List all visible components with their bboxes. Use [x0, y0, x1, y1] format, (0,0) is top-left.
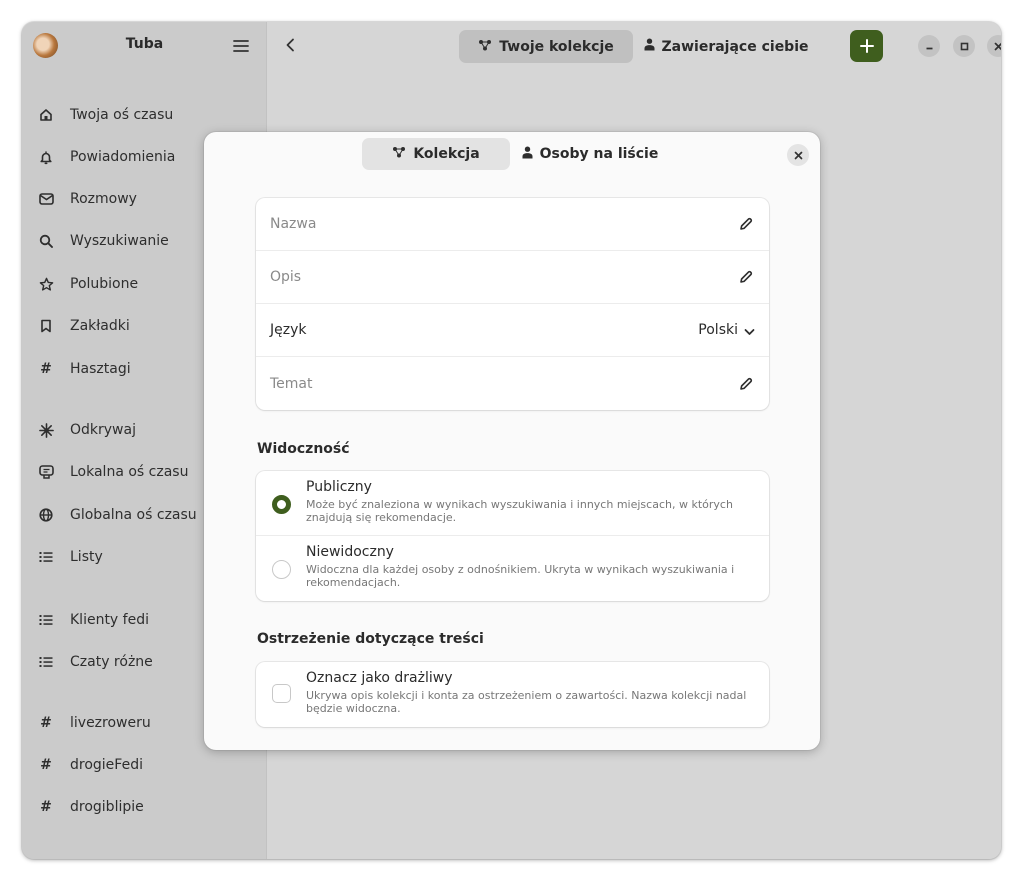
fields-card: Nazwa Opis Język Polski Temat	[256, 198, 769, 410]
mail-icon	[22, 193, 70, 205]
list-icon	[22, 614, 70, 626]
sidebar-item-tag-drogiblipie[interactable]: # drogiblipie	[22, 789, 267, 825]
radio-public[interactable]	[272, 495, 291, 514]
topic-field[interactable]: Temat	[270, 376, 737, 392]
app-title: Tuba	[125, 36, 164, 52]
tab-collection[interactable]: Kolekcja	[362, 138, 510, 170]
list-icon	[22, 551, 70, 563]
topic-row[interactable]: Temat	[256, 357, 769, 410]
language-label: Język	[270, 322, 307, 338]
collection-dialog: Kolekcja Osoby na liście Nazwa Opis Języ…	[204, 132, 820, 750]
sidebar-item-home[interactable]: Twoja oś czasu	[22, 97, 267, 133]
person-icon	[644, 38, 655, 55]
visibility-option-unlisted[interactable]: Niewidoczny Widoczna dla każdej osoby z …	[256, 536, 769, 601]
collection-icon	[392, 146, 406, 162]
dialog-close-button[interactable]	[787, 144, 809, 166]
collection-icon	[478, 39, 492, 55]
back-icon[interactable]	[279, 34, 301, 56]
hashtag-icon: #	[40, 361, 52, 377]
tab-containing-you[interactable]: Zawierające ciebie	[639, 30, 813, 63]
minimize-button[interactable]	[918, 35, 940, 57]
avatar[interactable]	[33, 33, 58, 58]
name-row[interactable]: Nazwa	[256, 198, 769, 251]
add-button[interactable]	[850, 30, 883, 62]
visibility-title: Widoczność	[257, 441, 350, 457]
sidebar-item-tag-drogiefedi[interactable]: # drogieFedi	[22, 747, 267, 783]
tab-your-collections[interactable]: Twoje kolekcje	[459, 30, 633, 63]
radio-unlisted[interactable]	[272, 560, 291, 579]
visibility-option-public[interactable]: Publiczny Może być znaleziona w wynikach…	[256, 471, 769, 536]
bell-icon	[22, 150, 70, 165]
language-row[interactable]: Język Polski	[256, 304, 769, 357]
bookmark-icon	[22, 319, 70, 333]
list-icon	[22, 656, 70, 668]
chevron-down-icon[interactable]	[744, 321, 755, 340]
content-warning-title: Ostrzeżenie dotyczące treści	[257, 631, 484, 647]
hashtag-icon: #	[40, 715, 52, 731]
hashtag-icon: #	[40, 757, 52, 773]
local-icon	[22, 465, 70, 479]
pencil-icon[interactable]	[737, 268, 755, 286]
tab-people-on-list[interactable]: Osoby na liście	[516, 138, 664, 170]
content-warning-card: Oznacz jako drażliwy Ukrywa opis kolekcj…	[256, 662, 769, 727]
pencil-icon[interactable]	[737, 375, 755, 393]
globe-icon	[22, 508, 70, 522]
search-icon	[22, 234, 70, 248]
description-row[interactable]: Opis	[256, 251, 769, 304]
sensitive-checkbox[interactable]	[272, 684, 291, 703]
sensitive-option[interactable]: Oznacz jako drażliwy Ukrywa opis kolekcj…	[256, 662, 769, 727]
person-icon	[522, 146, 533, 163]
explore-icon	[22, 422, 70, 438]
visibility-card: Publiczny Może być znaleziona w wynikach…	[256, 471, 769, 601]
menu-icon[interactable]	[230, 35, 252, 57]
maximize-button[interactable]	[953, 35, 975, 57]
close-window-button[interactable]	[987, 35, 1001, 57]
description-field[interactable]: Opis	[270, 269, 737, 285]
hashtag-icon: #	[40, 799, 52, 815]
pencil-icon[interactable]	[737, 215, 755, 233]
home-icon	[22, 108, 70, 122]
name-field[interactable]: Nazwa	[270, 216, 737, 232]
sidebar-header: Tuba	[22, 22, 267, 69]
language-select[interactable]: Polski	[698, 322, 738, 338]
star-icon	[22, 277, 70, 292]
